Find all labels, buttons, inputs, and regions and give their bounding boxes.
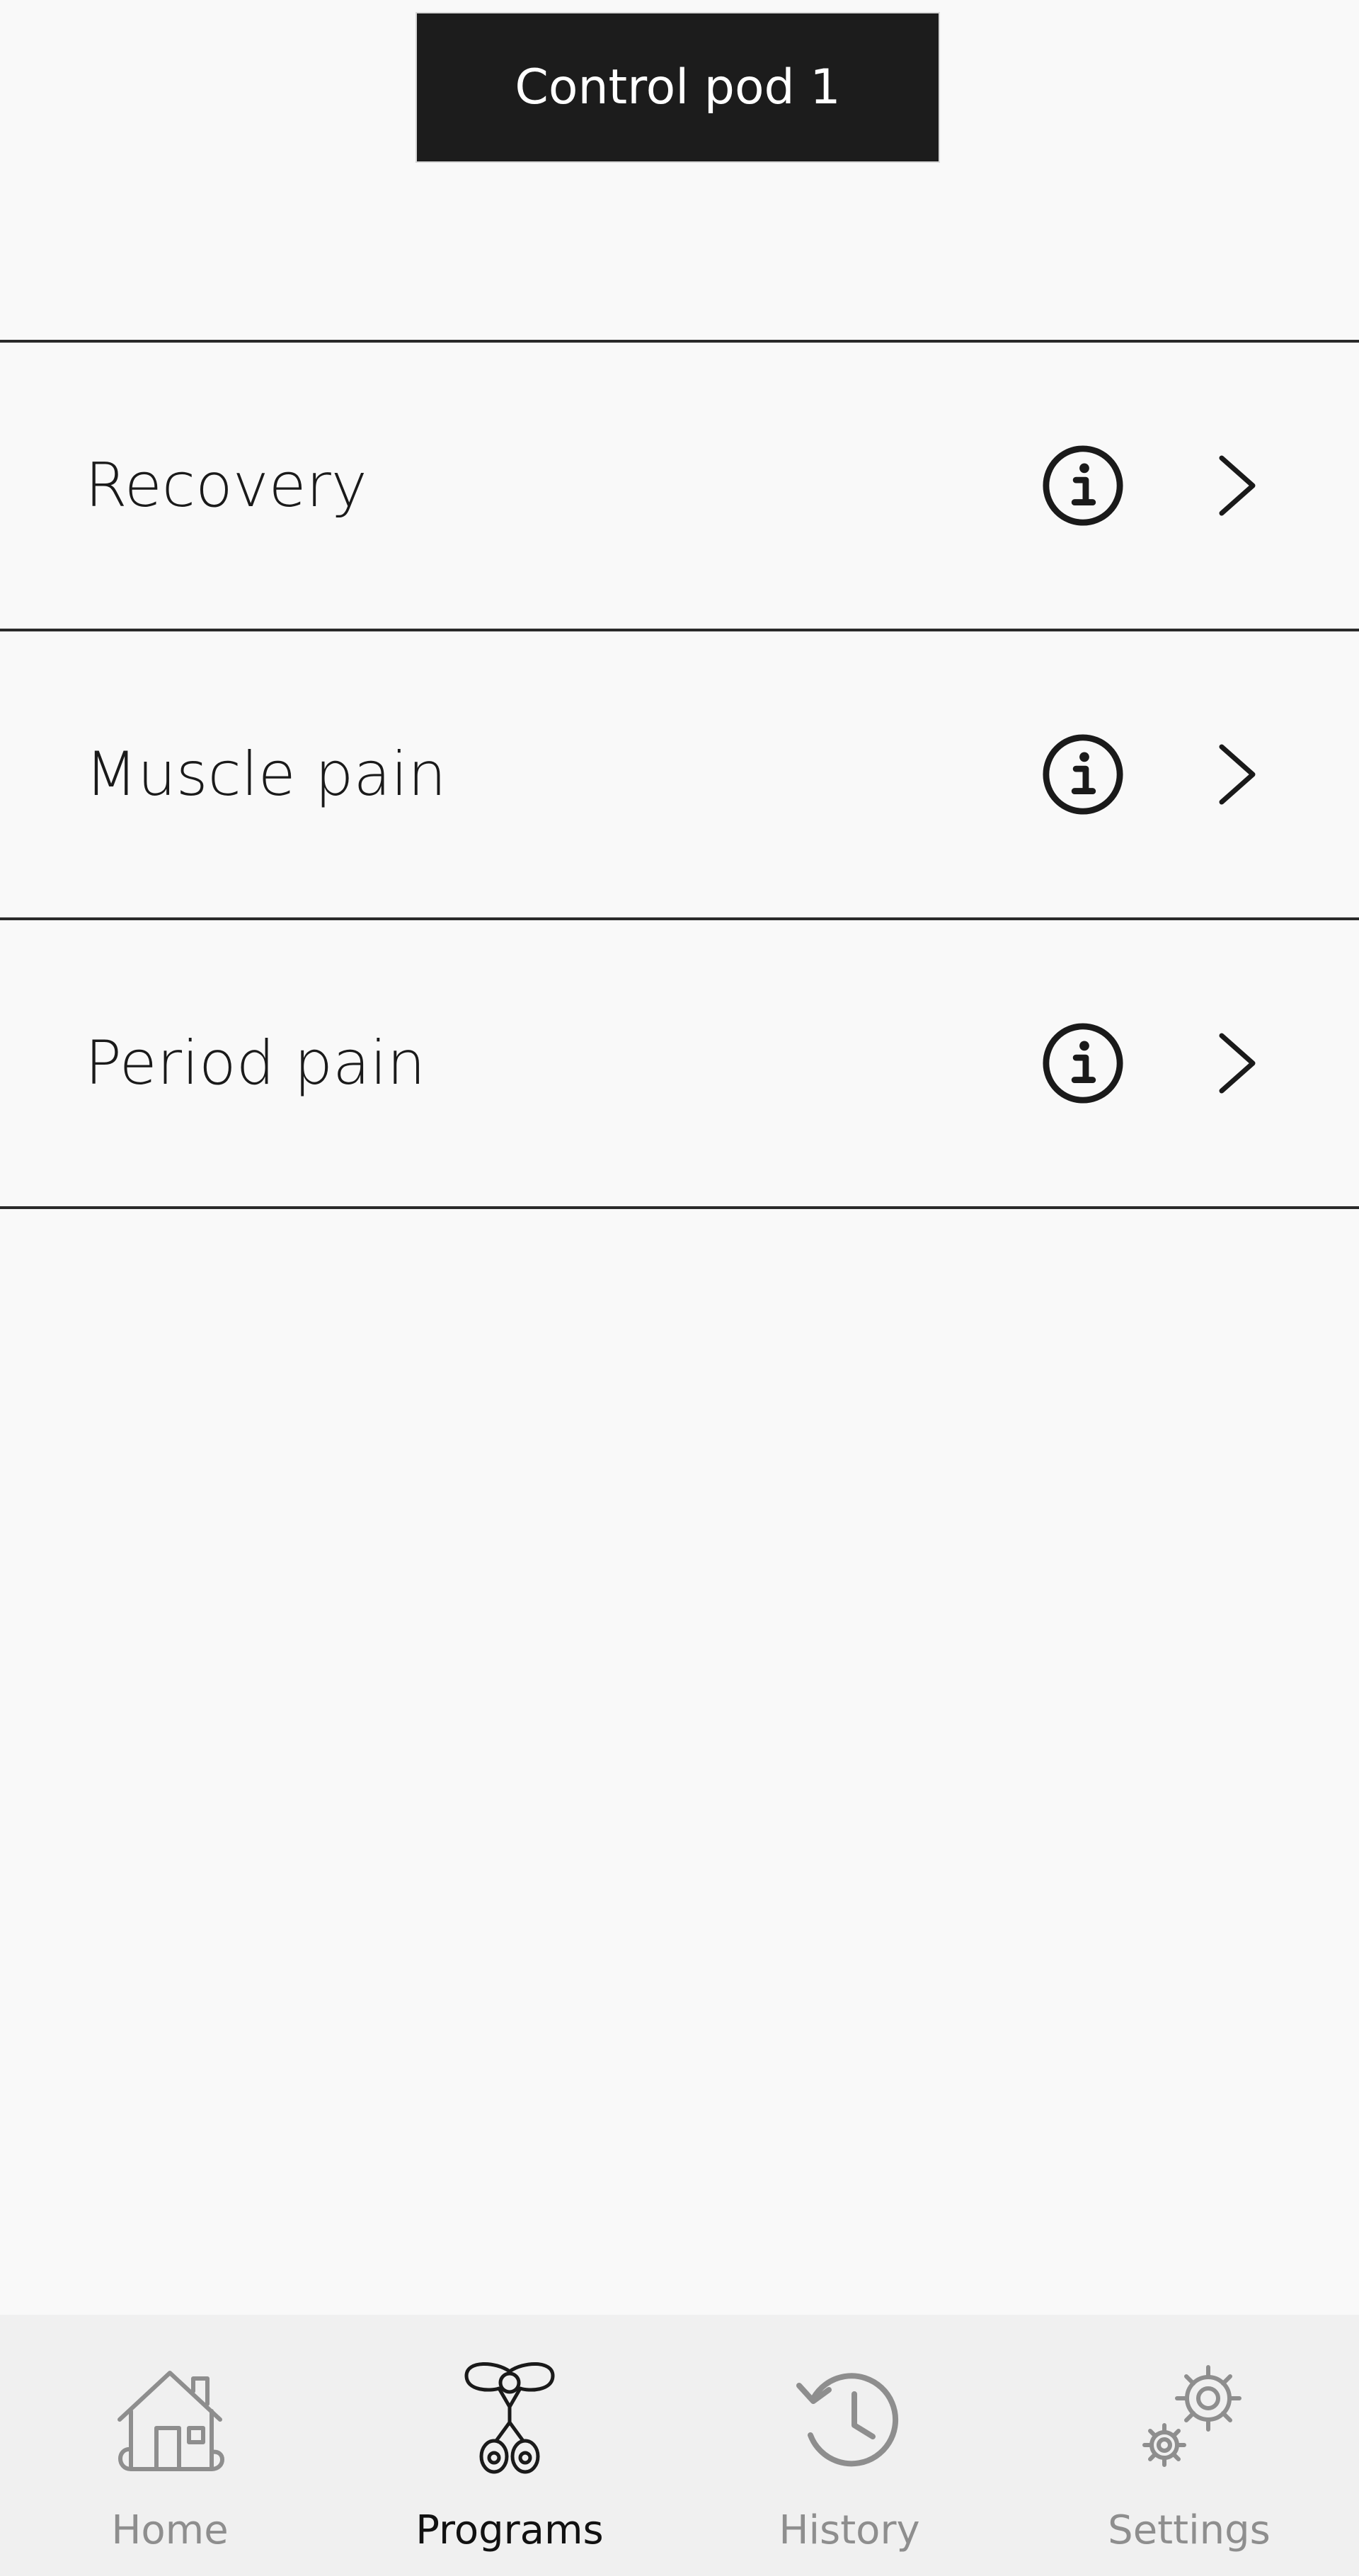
info-circle-icon[interactable]: [1041, 1021, 1125, 1105]
program-row-period-pain[interactable]: Period pain: [0, 917, 1359, 1209]
tab-programs[interactable]: Programs: [340, 2315, 680, 2576]
info-circle-icon[interactable]: [1041, 733, 1125, 816]
program-row-recovery[interactable]: Recovery: [0, 340, 1359, 629]
pod-selector-label: Control pod 1: [515, 59, 841, 115]
tab-settings-label: Settings: [1108, 2507, 1271, 2553]
chevron-right-icon[interactable]: [1212, 743, 1261, 806]
history-icon: [796, 2373, 899, 2467]
tab-history-label: History: [779, 2507, 920, 2553]
info-circle-icon[interactable]: [1041, 444, 1125, 527]
program-label: Muscle pain: [85, 739, 447, 810]
tab-settings[interactable]: Settings: [1019, 2315, 1359, 2576]
program-label: Recovery: [85, 450, 367, 521]
chevron-right-icon[interactable]: [1212, 454, 1261, 517]
programs-icon: [464, 2362, 555, 2474]
pod-selector-button[interactable]: Control pod 1: [415, 12, 940, 163]
program-list: Recovery Muscle pain Period pain: [0, 340, 1359, 1209]
tab-home[interactable]: Home: [0, 2315, 340, 2576]
tab-home-label: Home: [111, 2507, 229, 2553]
home-icon: [117, 2371, 224, 2471]
program-label: Period pain: [85, 1028, 426, 1099]
tab-history[interactable]: History: [680, 2315, 1019, 2576]
settings-icon: [1142, 2365, 1242, 2467]
chevron-right-icon[interactable]: [1212, 1031, 1261, 1095]
tab-programs-label: Programs: [415, 2507, 604, 2553]
bottom-tab-bar: Home Programs History Settings: [0, 2315, 1359, 2576]
program-row-muscle-pain[interactable]: Muscle pain: [0, 629, 1359, 917]
